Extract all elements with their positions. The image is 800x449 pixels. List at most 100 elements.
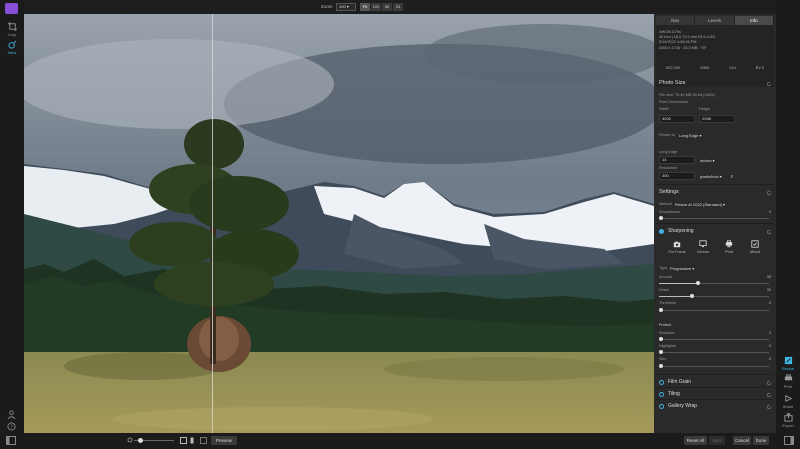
slider-knob[interactable]	[659, 350, 663, 354]
zoom-fit-button[interactable]: Fit	[360, 3, 370, 11]
tab-nav[interactable]: Nav	[656, 16, 696, 25]
split-divider[interactable]	[212, 14, 213, 433]
slider-knob[interactable]	[695, 281, 700, 285]
zoom-slider[interactable]	[134, 438, 174, 443]
preview-button[interactable]: Preview	[211, 436, 237, 445]
screen-label: Screen	[696, 250, 710, 254]
slider-knob[interactable]	[659, 216, 663, 220]
side-by-side-icon[interactable]	[200, 437, 207, 444]
view-tool[interactable]: View	[0, 40, 24, 55]
slider-fill	[659, 283, 698, 284]
divider	[656, 374, 774, 375]
shadows-label: Shadows	[659, 331, 675, 335]
single-view-icon[interactable]	[180, 437, 187, 444]
width-field[interactable]: 4200	[659, 115, 695, 123]
threshold-slider[interactable]	[659, 308, 769, 312]
slider-knob[interactable]	[690, 294, 694, 298]
film-grain-toggle[interactable]	[659, 380, 664, 385]
method-label: Method	[659, 202, 672, 206]
crop-tool[interactable]: Crop	[0, 22, 24, 37]
split-view-icon[interactable]	[190, 437, 197, 444]
skin-label: Skin	[659, 357, 667, 361]
amount-slider[interactable]	[659, 281, 769, 285]
done-button[interactable]: Done	[753, 436, 769, 445]
export-tool[interactable]: Export	[776, 413, 800, 428]
print-tool[interactable]: Print	[776, 374, 800, 389]
reset-icon[interactable]	[766, 229, 772, 235]
aperture-value: f/14	[729, 66, 736, 70]
zoom-50-button[interactable]: 50	[382, 3, 392, 11]
zoom-slider-knob[interactable]	[138, 438, 143, 443]
zoom-out-icon[interactable]	[127, 437, 133, 443]
view-icon	[7, 40, 16, 49]
film-grain-title[interactable]: Film Grain	[668, 379, 691, 385]
protect-label: Protect	[659, 323, 672, 327]
smoothness-value: 0	[768, 210, 771, 214]
type-select[interactable]: Progressive ▾	[670, 266, 694, 271]
info-line: 2400 x 1748 · 28.3 MB · TIF	[659, 45, 707, 50]
tiling-title[interactable]: Tiling	[668, 391, 680, 397]
print-icon	[784, 374, 792, 381]
sharpen-print-option[interactable]: Print	[718, 240, 740, 254]
zoom-25-button[interactable]: 25	[393, 3, 403, 11]
file-size-text: File size: 76.45 MB 16-bit (146%)	[659, 93, 716, 97]
highlights-slider[interactable]	[659, 350, 769, 354]
help-icon[interactable]: ?	[7, 422, 16, 431]
panel-toggle-icon[interactable]	[6, 436, 16, 445]
reset-icon[interactable]	[766, 81, 772, 87]
app-logo	[5, 3, 18, 14]
tab-levels[interactable]: Levels	[695, 16, 735, 25]
divider	[656, 399, 774, 400]
settings-title: Settings	[659, 189, 679, 195]
tab-info[interactable]: Info	[734, 16, 774, 25]
slider-knob[interactable]	[659, 364, 663, 368]
sharpen-for-focus-option[interactable]: For Focus	[666, 240, 688, 254]
gallery-wrap-toggle[interactable]	[659, 404, 664, 409]
slider-knob[interactable]	[659, 337, 663, 341]
sharpening-toggle[interactable]	[659, 229, 664, 234]
reset-all-button[interactable]: Reset All	[684, 436, 707, 445]
share-tool[interactable]: Share	[776, 394, 800, 409]
divider	[656, 387, 774, 388]
method-select[interactable]: Resize AI 2022 (Standard) ▾	[675, 202, 725, 207]
reset-icon[interactable]	[766, 392, 772, 398]
skin-slider[interactable]	[659, 364, 769, 368]
threshold-label: Threshold	[659, 301, 676, 305]
checkbox-icon	[751, 240, 759, 248]
slider-fill	[659, 296, 692, 297]
resize-icon	[784, 356, 792, 365]
photo-canvas[interactable]	[24, 14, 654, 433]
long-edge-field[interactable]: 14	[659, 156, 695, 164]
shadows-slider[interactable]	[659, 337, 769, 341]
shadows-value: 0	[768, 331, 771, 335]
zoom-bar: Zoom 100 ▾ Fit 100 50 25	[24, 0, 654, 14]
resolution-unit-select[interactable]: pixels/inch ▾	[700, 174, 722, 179]
zoom-100-button[interactable]: 100	[371, 3, 381, 11]
reset-icon[interactable]	[766, 190, 772, 196]
smoothness-slider[interactable]	[659, 216, 769, 220]
resolution-field[interactable]: 300	[659, 172, 695, 180]
threshold-value: 0	[768, 301, 771, 305]
share-icon	[784, 395, 792, 402]
cancel-button[interactable]: Cancel	[733, 436, 751, 445]
sharpen-mixed-option[interactable]: Mixed	[744, 240, 766, 254]
height-field[interactable]: 2946	[699, 115, 735, 123]
resolution-stepper[interactable]: ⇕	[730, 174, 733, 179]
method-value: Resize AI 2022 (Standard)	[675, 202, 722, 207]
reset-icon[interactable]	[766, 404, 772, 410]
detail-slider[interactable]	[659, 294, 769, 298]
tiling-toggle[interactable]	[659, 392, 664, 397]
long-edge-unit-select[interactable]: inches ▾	[700, 158, 715, 163]
slider-knob[interactable]	[659, 308, 663, 312]
user-icon[interactable]	[7, 410, 16, 419]
type-label: Type	[659, 266, 668, 270]
reset-icon[interactable]	[766, 380, 772, 386]
resize-to-select[interactable]: Long Edge ▾	[679, 133, 701, 138]
zoom-select[interactable]: 100 ▾	[336, 3, 356, 11]
gallery-wrap-title[interactable]: Gallery Wrap	[668, 403, 697, 409]
sync-button[interactable]: Sync	[709, 436, 725, 445]
width-label: Width	[659, 107, 669, 111]
panel-toggle-right-icon[interactable]	[784, 436, 794, 445]
sharpen-screen-option[interactable]: Screen	[692, 240, 714, 254]
resize-tool[interactable]: Resize	[776, 356, 800, 371]
